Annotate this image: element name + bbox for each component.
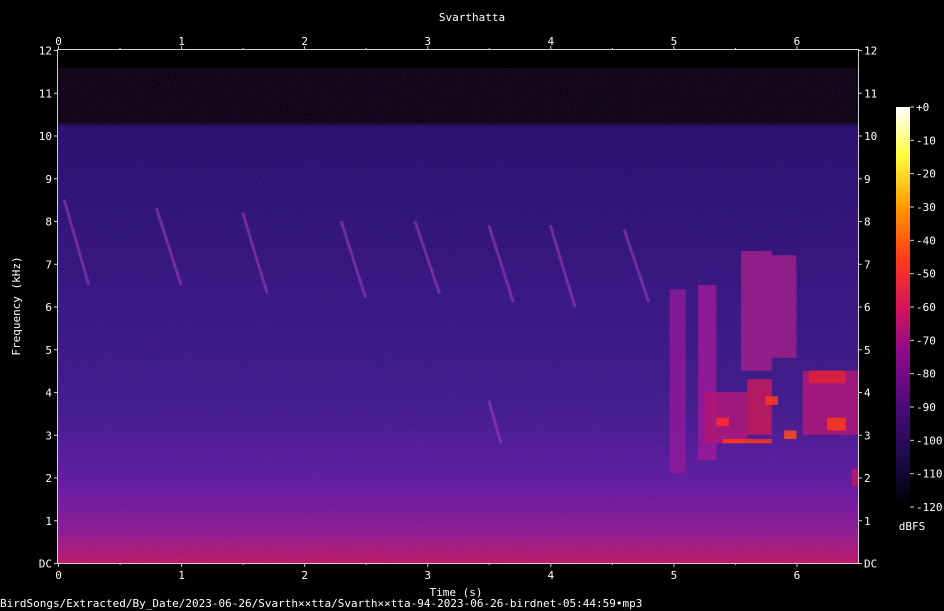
x-tick-label-top: 6: [794, 35, 801, 48]
y-tick-label-right: 5: [864, 344, 871, 357]
colorbar-tick-label: -120: [916, 501, 943, 514]
x-tick-label-bottom: 0: [55, 569, 62, 582]
colorbar-ticks: +0 -10 -20 -30 -40 -50 -60 -70 -80 -90 -100 -110 -12…: [910, 101, 943, 514]
call-energy-region: [722, 439, 772, 444]
y-tick-label-right: 3: [864, 429, 871, 442]
y-tick-label-right: 9: [864, 173, 871, 186]
x-tick-label-bottom: 1: [178, 569, 185, 582]
y-tick-label-right: 1: [864, 515, 871, 528]
y-tick-label-left: 8: [45, 216, 52, 229]
y-tick-label-right: 11: [864, 87, 877, 100]
y-tick-label-left: 10: [39, 130, 52, 143]
y-tick-label-left: 5: [45, 344, 52, 357]
y-tick-label-right: 8: [864, 216, 871, 229]
colorbar: [896, 107, 910, 507]
x-tick-label-bottom: 2: [301, 569, 308, 582]
call-energy-region: [765, 396, 778, 405]
x-tick-label-top: 3: [424, 35, 431, 48]
colorbar-tick-label: -60: [916, 301, 936, 314]
call-energy-region: [747, 379, 772, 435]
call-energy-region: [669, 289, 686, 474]
y-tick-label-right: 6: [864, 301, 871, 314]
colorbar-tick-label: +0: [916, 101, 929, 114]
x-tick-label-top: 2: [301, 35, 308, 48]
colorbar-label: dBFS: [899, 520, 926, 533]
x-tick-label-top: 5: [671, 35, 678, 48]
call-energy-region: [771, 255, 797, 358]
x-tick-label-bottom: 3: [424, 569, 431, 582]
call-energy-region: [827, 417, 846, 431]
call-energy-region: [784, 430, 797, 440]
y-tick-label-right: DC: [864, 558, 877, 571]
y-tick-label-left: 2: [45, 472, 52, 485]
y-tick-label-left: 9: [45, 173, 52, 186]
spectrogram-plot-area: [58, 50, 858, 563]
source-file-path: BirdSongs/Extracted/By_Date/2023-06-26/S…: [0, 597, 643, 610]
y-tick-label-right: 12: [864, 45, 877, 58]
y-tick-label-right: 10: [864, 130, 877, 143]
colorbar-tick-label: -30: [916, 201, 936, 214]
y-tick-label-left: 11: [39, 87, 52, 100]
y-tick-label-left: 3: [45, 429, 52, 442]
colorbar-tick-label: -90: [916, 401, 936, 414]
colorbar-tick-label: -100: [916, 434, 943, 447]
y-tick-label-left: 4: [45, 387, 52, 400]
call-energy-region: [716, 417, 729, 427]
x-tick-label-bottom: 6: [794, 569, 801, 582]
x-tick-label-top: 0: [55, 35, 62, 48]
y-tick-label-right: 7: [864, 258, 871, 271]
x-tick-label-top: 1: [178, 35, 185, 48]
colorbar-tick-label: -70: [916, 334, 936, 347]
colorbar-tick-label: -50: [916, 268, 936, 281]
x-tick-label-bottom: 5: [671, 569, 678, 582]
y-tick-label-right: 4: [864, 387, 871, 400]
colorbar-tick-label: -110: [916, 468, 943, 481]
call-energy-region: [851, 468, 858, 487]
colorbar-tick-label: -40: [916, 234, 936, 247]
y-tick-label-right: 2: [864, 472, 871, 485]
colorbar-tick-label: -20: [916, 168, 936, 181]
x-tick-label-bottom: 4: [547, 569, 554, 582]
colorbar-tick-label: -10: [916, 134, 936, 147]
y-tick-label-left: DC: [39, 558, 52, 571]
y-tick-label-left: 7: [45, 258, 52, 271]
y-axis-label: Frequency (kHz): [10, 256, 23, 355]
y-tick-label-left: 12: [39, 45, 52, 58]
spectrogram-figure: 00112233445566DC DC1 12 23 34 45 56 67 78 89 910 10…: [10, 11, 943, 599]
colorbar-tick-label: -80: [916, 368, 936, 381]
call-energy-region: [741, 250, 772, 371]
call-energy-region: [808, 370, 846, 384]
chart-title: Svarthatta: [439, 11, 505, 24]
y-tick-label-left: 1: [45, 515, 52, 528]
y-tick-label-left: 6: [45, 301, 52, 314]
x-tick-label-top: 4: [547, 35, 554, 48]
